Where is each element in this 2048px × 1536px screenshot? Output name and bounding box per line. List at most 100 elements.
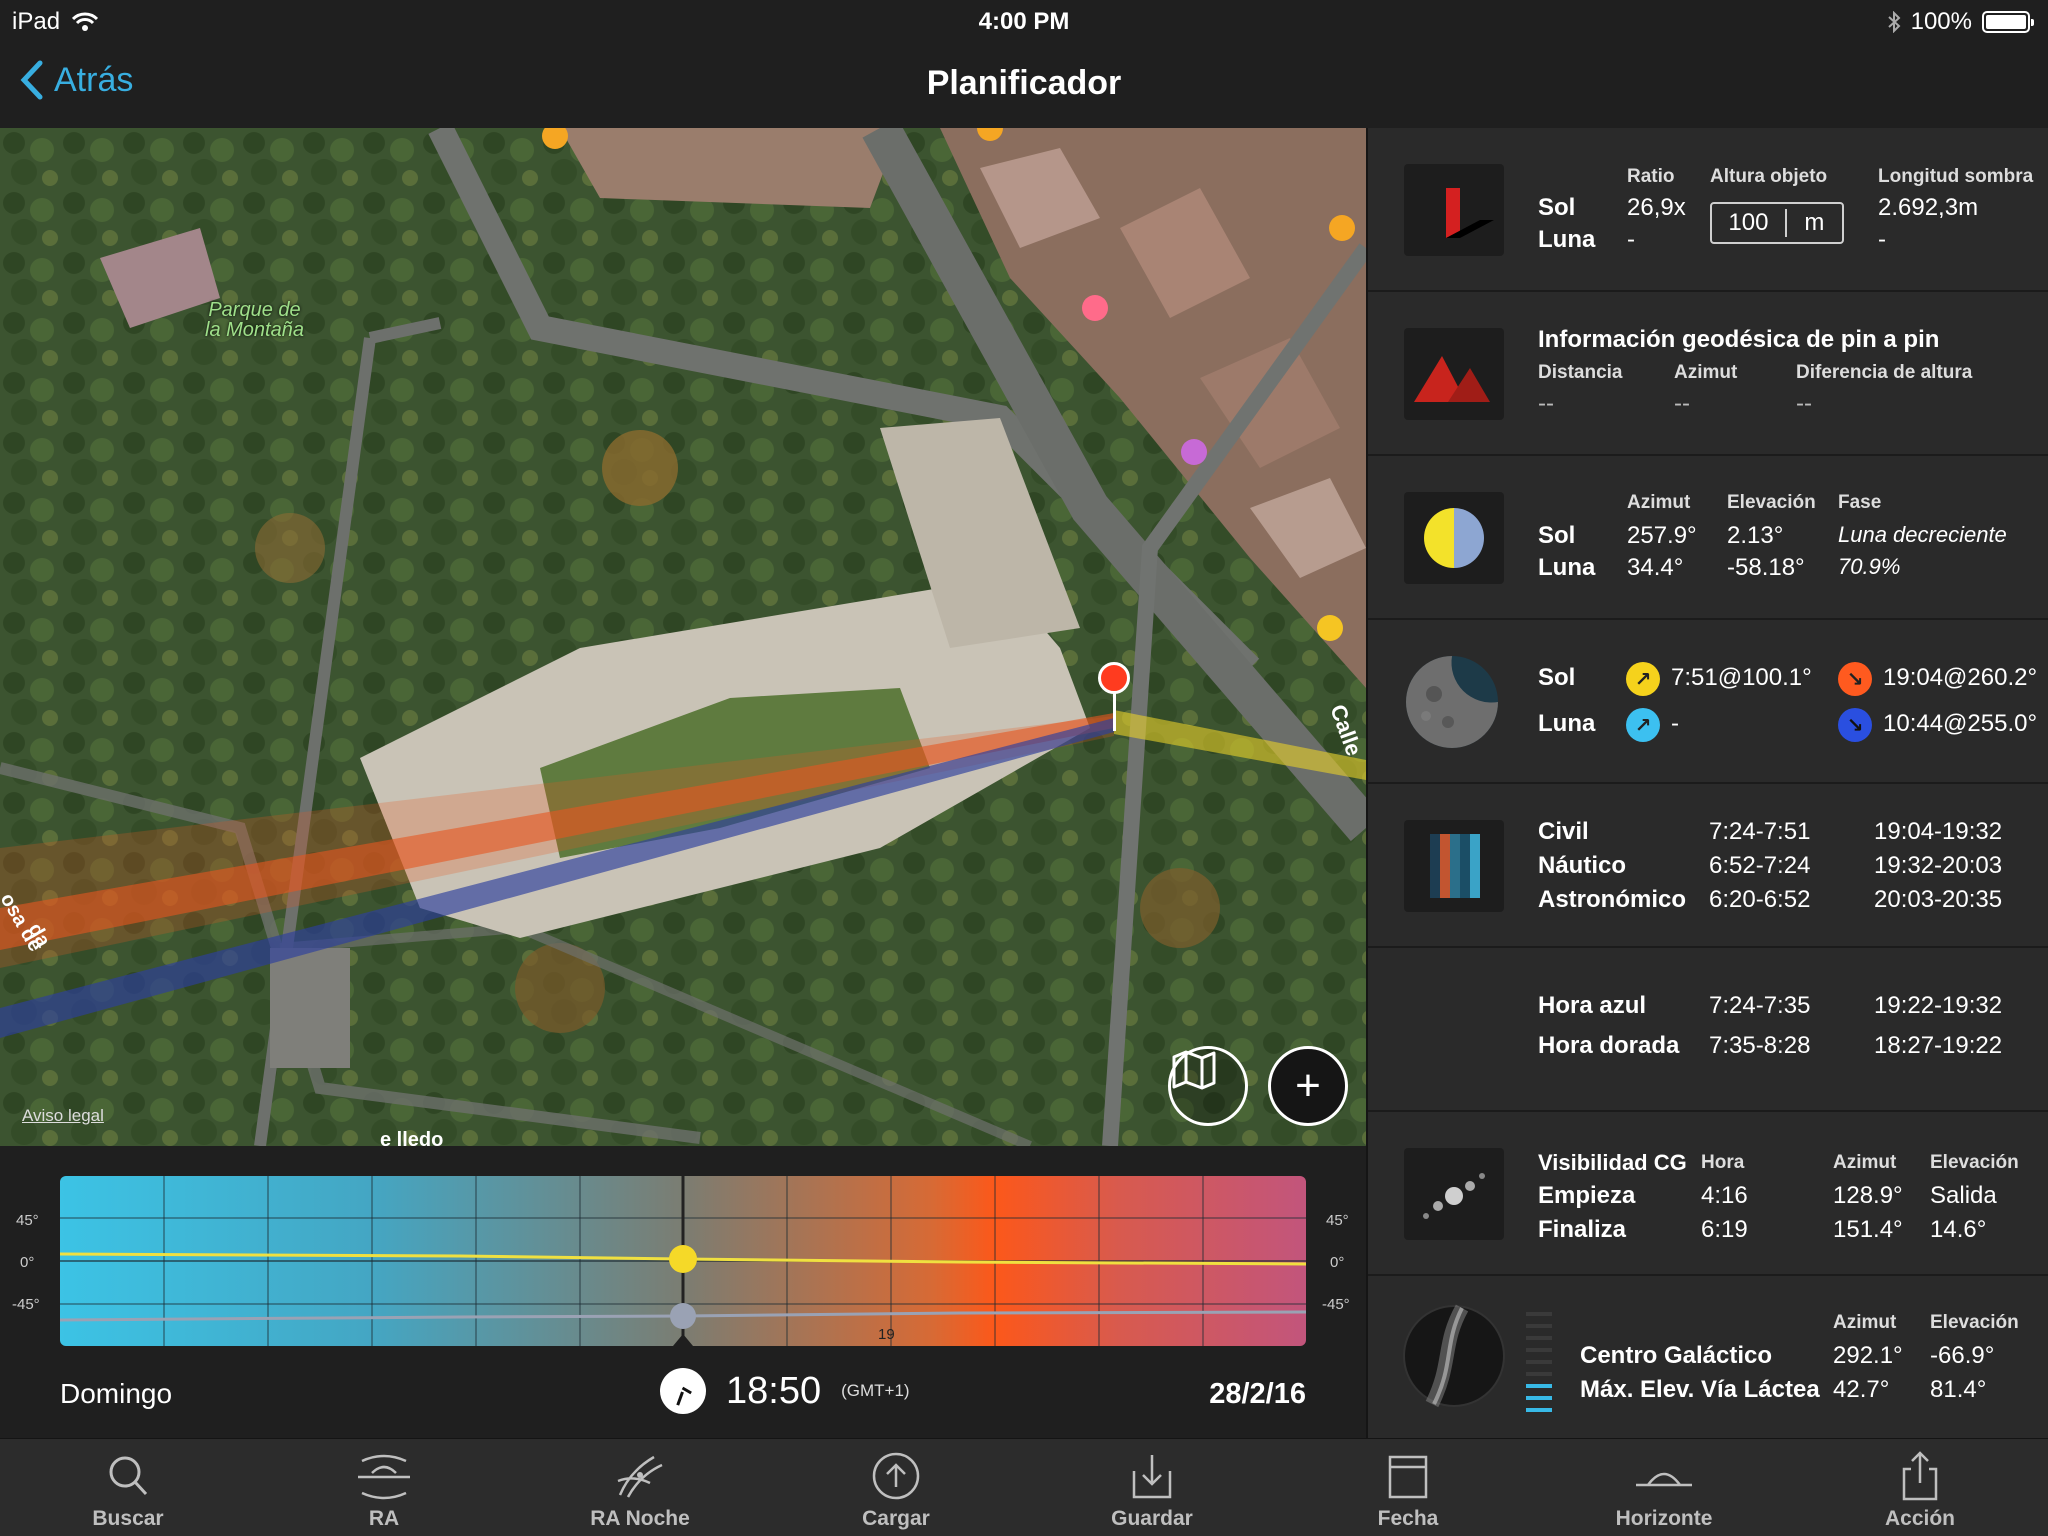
load-icon [872,1452,920,1500]
battery-icon [1982,11,2034,33]
mountain-icon [1404,328,1504,420]
satellite-map[interactable]: Calle osa de da e lledo Parque de la Mon… [0,128,1366,1146]
tab-bar: Buscar RA RA Noche Cargar Guardar Fecha … [0,1438,2048,1536]
object-height-field[interactable]: 100 m [1710,202,1844,244]
start-hour: 4:16 [1701,1182,1748,1209]
civil-am: 7:24-7:51 [1709,818,1811,845]
shadow-card[interactable]: Sol Luna Ratio 26,9x - Altura objeto 100… [1368,128,2048,292]
date-value[interactable]: 28/2/16 [1209,1378,1306,1411]
tab-label: Acción [1884,1507,1955,1530]
legal-link[interactable]: Aviso legal [22,1106,104,1126]
tab-ar[interactable]: RA [256,1439,512,1536]
max-elevation-value: 81.4° [1930,1376,1987,1403]
nautical-pm: 19:32-20:03 [1874,852,2003,879]
golden-hour-pm: 18:27-19:22 [1874,1032,2003,1059]
phase-percent: 70.9% [1838,554,1901,579]
light-hours-card[interactable]: Hora azul Hora dorada 7:24-7:35 7:35-8:2… [1368,948,2048,1112]
start-elevation: Salida [1930,1182,1997,1209]
max-elevation-azimuth: 42.7° [1833,1376,1890,1403]
page-title: Planificador [926,64,1122,102]
astronomical-label: Astronómico [1538,886,1687,913]
rise-set-card[interactable]: Sol Luna ↗ 7:51@100.1° ↘ 19:04@260.2° ↗ … [1368,620,2048,784]
astronomical-pm: 20:03-20:35 [1874,886,2003,913]
map-pin[interactable] [1098,662,1130,694]
object-height-value: 100 [1712,209,1787,237]
twilight-icon [1404,820,1504,912]
blue-hour-am: 7:24-7:35 [1709,992,1811,1019]
ratio-sun: 26,9x [1627,194,1686,221]
ratio-moon: - [1627,226,1635,253]
tab-date[interactable]: Fecha [1280,1439,1536,1536]
tab-label: Buscar [92,1507,164,1530]
blue-hour-label: Hora azul [1538,992,1647,1019]
galactic-center-label: Centro Galáctico [1580,1342,1773,1369]
day-label: Domingo [60,1378,173,1409]
twilight-card[interactable]: Civil Náutico Astronómico 7:24-7:51 6:52… [1368,784,2048,948]
moon-marker[interactable] [670,1303,696,1329]
height-diff-header: Diferencia de altura [1796,362,1973,383]
hour-header: Hora [1701,1152,1745,1173]
ratio-header: Ratio [1627,166,1675,187]
geodesic-card[interactable]: Información geodésica de pin a pin Dista… [1368,292,2048,456]
graph-plot: 19 [60,1176,1306,1346]
galactic-center-card[interactable]: Azimut Elevación Centro Galáctico 292.1°… [1368,1276,2048,1438]
shadow-length-moon: - [1878,226,1886,253]
sun-label: Sol [1538,522,1576,549]
time-value: 18:50 [726,1369,822,1412]
gc-visibility-card[interactable]: Visibilidad CG Hora Azimut Elevación Emp… [1368,1112,2048,1276]
tab-label: RA Noche [590,1507,690,1530]
nav-bar: Atrás Planificador [0,42,2048,128]
sun-elevation: 2.13° [1727,522,1784,549]
clock-icon [660,1368,706,1414]
map-type-button[interactable] [1168,1046,1248,1126]
tab-action[interactable]: Acción [1792,1439,2048,1536]
tab-label: Guardar [1111,1507,1193,1530]
tab-save[interactable]: Guardar [1024,1439,1280,1536]
info-panel: Sol Luna Ratio 26,9x - Altura objeto 100… [1366,128,2048,1438]
gc-visibility-title: Visibilidad CG [1538,1150,1687,1175]
map-icon [1172,1050,1216,1090]
civil-label: Civil [1538,818,1589,845]
start-azimuth: 128.9° [1833,1182,1903,1209]
street-label: e lledo [380,1129,443,1146]
status-bar: iPad 4:00 PM 100% [0,0,2048,42]
tab-search[interactable]: Buscar [0,1439,256,1536]
nautical-label: Náutico [1538,852,1627,879]
save-icon [1132,1455,1172,1499]
hour-tick: 19 [878,1326,895,1343]
azimuth-header: Azimut [1627,492,1691,513]
axis-label-right: 45° [1326,1212,1349,1229]
tab-load[interactable]: Cargar [768,1439,1024,1536]
park-label-line: la Montaña [205,319,304,341]
milky-way-icon [1403,1304,1505,1408]
distance-header: Distancia [1538,362,1623,383]
object-height-unit: m [1804,209,1825,236]
phase-icon [1404,492,1504,584]
max-elevation-label: Máx. Elev. Vía Láctea [1580,1376,1820,1403]
sunset-value: 19:04@260.2° [1883,664,2038,691]
moonrise-value: - [1671,710,1679,737]
stars-icon [1404,1148,1504,1240]
elevation-graph[interactable]: 19 [60,1176,1306,1346]
position-card[interactable]: Sol Luna Azimut Elevación Fase 257.9° 2.… [1368,456,2048,620]
tab-label: Fecha [1377,1507,1439,1530]
moonset-icon: ↘ [1838,708,1872,742]
moon-label: Luna [1538,554,1596,581]
calendar-icon [1388,1455,1428,1499]
sun-label: Sol [1538,194,1576,221]
add-button[interactable]: + [1268,1046,1348,1126]
moon-label: Luna [1538,710,1596,737]
tab-horizon[interactable]: Horizonte [1536,1439,1792,1536]
sunrise-value: 7:51@100.1° [1671,664,1812,691]
end-azimuth: 151.4° [1833,1216,1903,1243]
horizon-icon [1636,1472,1692,1487]
sun-marker[interactable] [669,1245,697,1273]
sunset-icon: ↘ [1838,662,1872,696]
tab-ar-night[interactable]: RA Noche [512,1439,768,1536]
time-selector[interactable]: 18:50 (GMT+1) [660,1368,910,1414]
object-height-header: Altura objeto [1710,166,1828,187]
share-icon [1902,1451,1938,1501]
galactic-center-elevation: -66.9° [1930,1342,1995,1369]
timezone: (GMT+1) [841,1381,910,1400]
nautical-am: 6:52-7:24 [1709,852,1811,879]
